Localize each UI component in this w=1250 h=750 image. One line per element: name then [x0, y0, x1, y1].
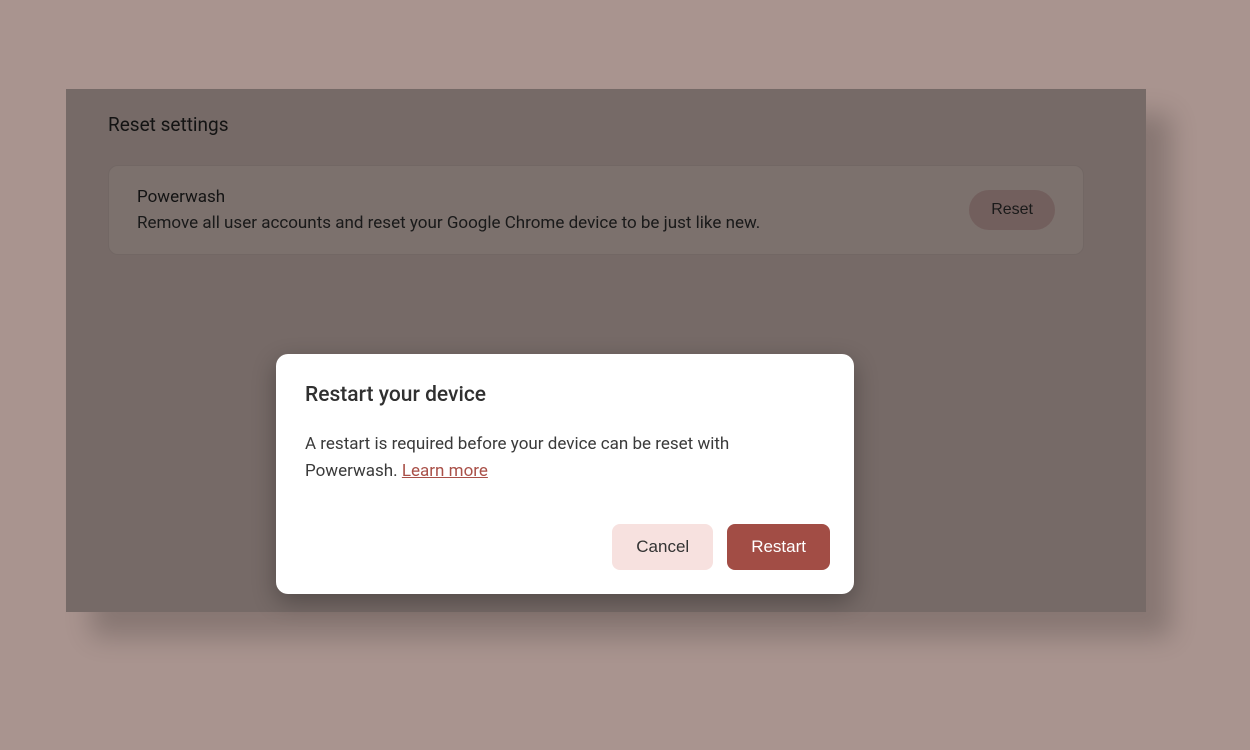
dialog-title: Restart your device — [305, 383, 825, 407]
learn-more-link[interactable]: Learn more — [402, 461, 488, 481]
dialog-body-text: A restart is required before your device… — [305, 434, 729, 481]
restart-button[interactable]: Restart — [727, 524, 830, 570]
dialog-body: A restart is required before your device… — [305, 431, 825, 485]
dialog-actions: Cancel Restart — [612, 524, 830, 570]
cancel-button[interactable]: Cancel — [612, 524, 713, 570]
restart-dialog: Restart your device A restart is require… — [276, 354, 854, 594]
